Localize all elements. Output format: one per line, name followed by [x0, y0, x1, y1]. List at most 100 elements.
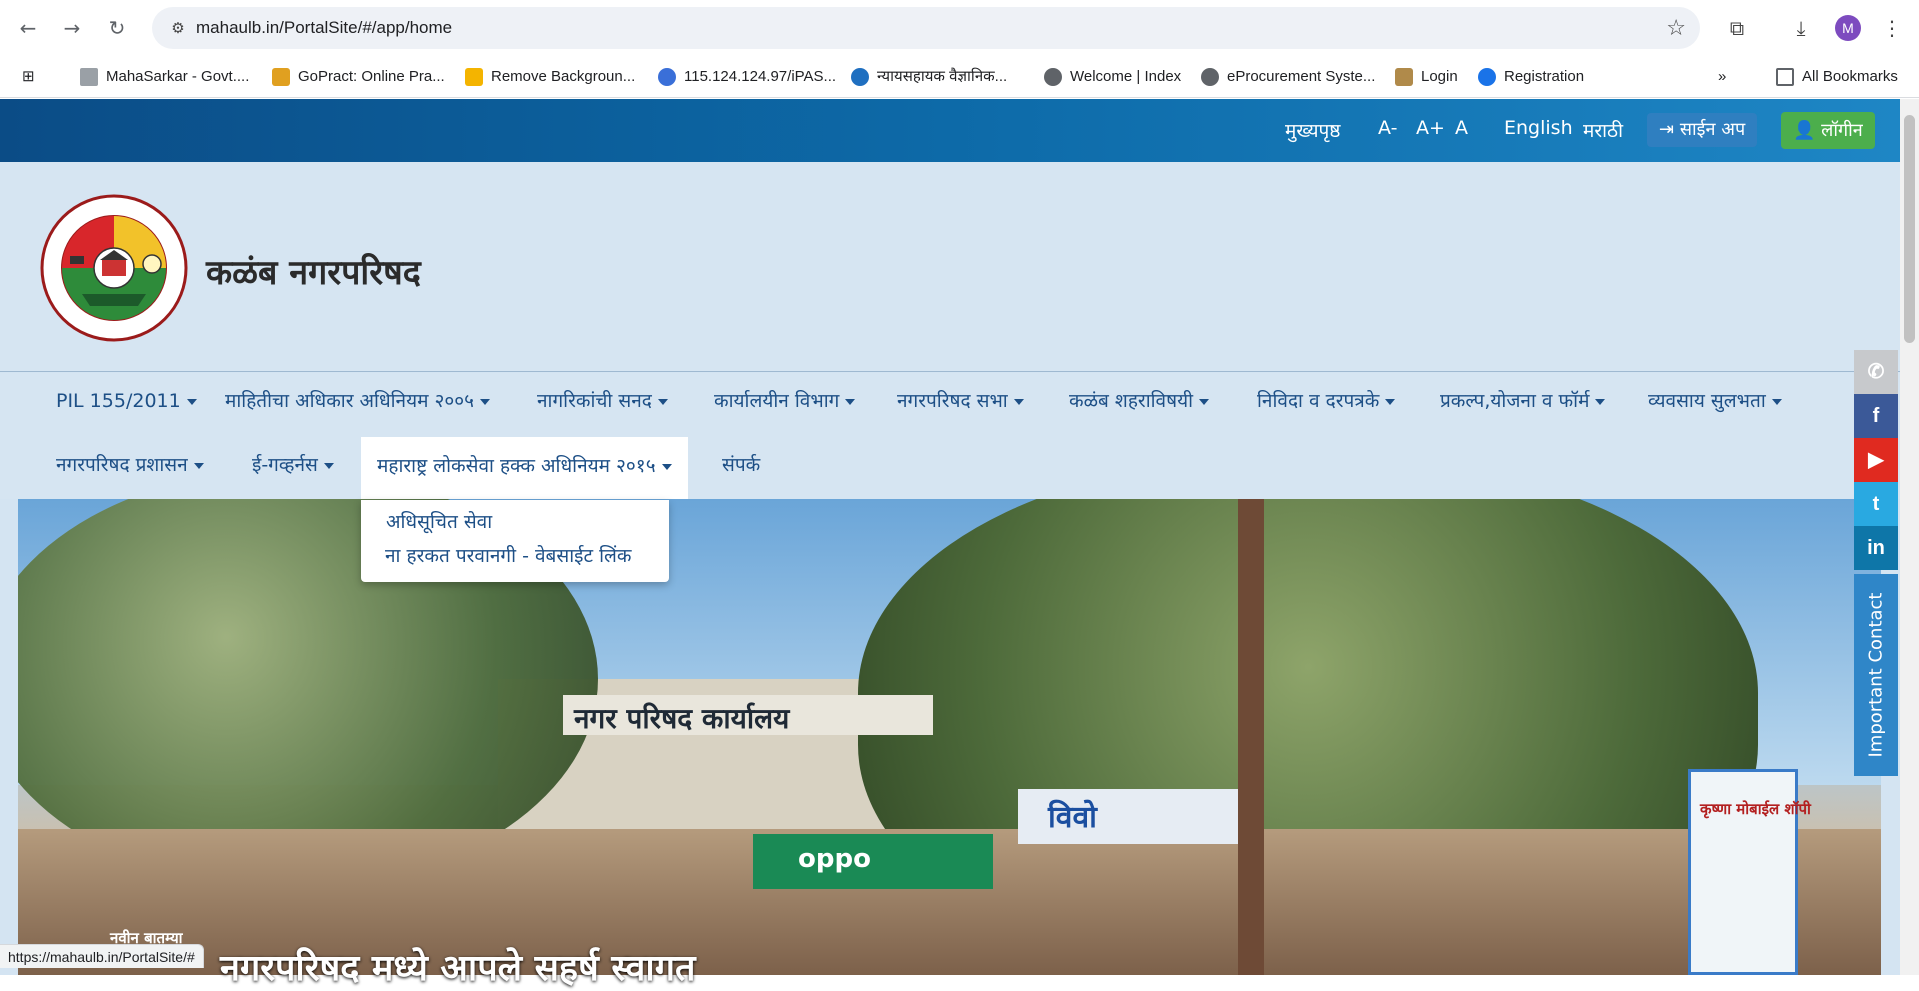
globe-icon [1201, 68, 1219, 87]
menu-citizen-charter[interactable]: नागरिकांची सनद [521, 373, 684, 429]
profile-avatar[interactable]: M [1835, 15, 1861, 41]
oppo-sign [753, 834, 993, 889]
site-info-icon[interactable]: ⚙ [168, 18, 188, 38]
signup-label: साईन अप [1679, 119, 1746, 140]
bookmark-item[interactable]: Registration [1478, 64, 1584, 90]
login-label: लॉगीन [1821, 120, 1863, 141]
mobile-shop-sign-text: कृष्णा मोबाईल शॉपी [1700, 800, 1811, 818]
bookmark-label: MahaSarkar - Govt.... [106, 68, 250, 85]
dropdown-item-notified-services[interactable]: अधिसूचित सेवा [386, 508, 492, 534]
bookmark-item[interactable]: न्यायसहायक वैज्ञानिक... [851, 64, 1007, 90]
scrollbar-thumb[interactable] [1904, 115, 1915, 343]
bookmark-label: Welcome | Index [1070, 68, 1182, 85]
menu-label: महाराष्ट्र लोकसेवा हक्क अधिनियम २०१५ [377, 455, 656, 477]
public-services-dropdown: अधिसूचित सेवा ना हरकत परवानगी - वेबसाईट … [361, 500, 669, 582]
bookmark-star-icon[interactable]: ☆ [1666, 16, 1686, 41]
news-headline[interactable]: नगरपरिषद मध्ये आपले सहर्ष स्वागत [220, 942, 696, 991]
caret-down-icon [845, 398, 856, 405]
home-link[interactable]: मुख्यपृष्ठ [1285, 117, 1340, 143]
menu-ease-of-business[interactable]: व्यवसाय सुलभता [1632, 373, 1798, 429]
apps-grid-icon[interactable]: ⊞ [22, 64, 35, 90]
menu-administration[interactable]: नगरपरिषद प्रशासन [40, 437, 220, 493]
menu-projects-forms[interactable]: प्रकल्प,योजना व फॉर्म [1424, 373, 1621, 429]
site-header: कळंब नगरपरिषद [0, 162, 1900, 372]
menu-kebab-icon[interactable]: ⋮ [1878, 14, 1906, 42]
caret-down-icon [1385, 398, 1396, 405]
download-icon[interactable]: ⤓ [1787, 14, 1815, 42]
menu-label: PIL 155/2011 [56, 390, 181, 412]
caret-down-icon [1595, 398, 1606, 405]
menu-label: नगरपरिषद प्रशासन [56, 454, 188, 476]
emblem-icon [1395, 68, 1413, 87]
signin-icon: ⇥ [1659, 119, 1680, 140]
menu-label: ई-गव्हर्नस [252, 454, 318, 476]
linkedin-icon[interactable]: in [1854, 526, 1898, 570]
menu-public-services-act[interactable]: महाराष्ट्र लोकसेवा हक्क अधिनियम २०१५ [361, 437, 688, 499]
bookmark-label: eProcurement Syste... [1227, 68, 1376, 85]
important-contact-tab[interactable]: Important Contact [1854, 574, 1898, 776]
bookmark-label: Remove Backgroun... [491, 68, 636, 85]
bookmarks-overflow[interactable]: » [1718, 64, 1726, 90]
bookmark-item[interactable]: Welcome | Index [1044, 64, 1181, 90]
caret-down-icon [186, 398, 197, 405]
folder-icon [1776, 68, 1794, 87]
hero-banner: नगर परिषद कार्यालय विवो oppo कृष्णा मोबा… [18, 499, 1881, 975]
bookmark-item[interactable]: eProcurement Syste... [1201, 64, 1375, 90]
twitter-icon[interactable]: t [1854, 482, 1898, 526]
signup-button[interactable]: ⇥ साईन अप [1647, 113, 1758, 147]
bookmark-favicon-icon [658, 68, 676, 87]
status-bar-url: https://mahaulb.in/PortalSite/# [0, 944, 204, 968]
bookmark-item[interactable]: Login [1395, 64, 1458, 90]
site-title: कळंब नगरपरिषद [206, 253, 421, 293]
extensions-icon[interactable]: ⧉ [1723, 14, 1751, 42]
bookmark-favicon-icon [80, 68, 98, 87]
marathi-language-link[interactable]: मराठी [1583, 117, 1623, 143]
menu-rti[interactable]: माहितीचा अधिकार अधिनियम २००५ [209, 373, 506, 429]
page-scrollbar[interactable] [1900, 99, 1919, 975]
bookmark-item[interactable]: Remove Backgroun... [465, 64, 635, 90]
bookmark-label: GoPract: Online Pra... [298, 68, 445, 85]
bookmark-label: Registration [1504, 68, 1585, 85]
important-contact-label: Important Contact [1865, 592, 1887, 758]
facebook-icon[interactable]: f [1854, 394, 1898, 438]
menu-contact[interactable]: संपर्क [706, 437, 776, 493]
menu-e-governance[interactable]: ई-गव्हर्नस [236, 437, 350, 493]
menu-council-meeting[interactable]: नगरपरिषद सभा [881, 373, 1040, 429]
menu-about-city[interactable]: कळंब शहराविषयी [1053, 373, 1225, 429]
font-decrease-button[interactable]: A- [1378, 117, 1397, 139]
bookmark-favicon-icon [465, 68, 483, 87]
dropdown-item-noc-link[interactable]: ना हरकत परवानगी - वेबसाईट लिंक [385, 542, 632, 568]
font-increase-button[interactable]: A+ [1416, 117, 1445, 139]
hero-pole [1238, 499, 1264, 975]
all-bookmarks[interactable]: All Bookmarks [1776, 64, 1898, 90]
menu-label: प्रकल्प,योजना व फॉर्म [1440, 390, 1590, 412]
phone-icon[interactable]: ✆ [1854, 350, 1898, 394]
youtube-icon[interactable]: ▶ [1854, 438, 1898, 482]
menu-label: निविदा व दरपत्रके [1257, 390, 1380, 412]
council-logo[interactable] [40, 194, 188, 342]
english-language-link[interactable]: English [1504, 117, 1573, 139]
caret-down-icon [1013, 398, 1024, 405]
font-reset-button[interactable]: A [1455, 117, 1468, 139]
all-bookmarks-label: All Bookmarks [1802, 68, 1898, 85]
bookmark-item[interactable]: 115.124.124.97/iPAS... [658, 64, 836, 90]
site-topbar: मुख्यपृष्ठ A- A+ A English मराठी ⇥ साईन … [0, 99, 1900, 162]
menu-departments[interactable]: कार्यालयीन विभाग [698, 373, 871, 429]
reload-icon[interactable]: ↻ [103, 14, 131, 42]
menu-label: व्यवसाय सुलभता [1648, 390, 1766, 412]
bookmark-favicon-icon [851, 68, 869, 87]
bookmark-item[interactable]: GoPract: Online Pra... [272, 64, 445, 90]
forward-arrow-icon[interactable]: → [58, 14, 86, 42]
caret-down-icon [480, 398, 491, 405]
caret-down-icon [1771, 398, 1782, 405]
menu-tenders[interactable]: निविदा व दरपत्रके [1241, 373, 1411, 429]
login-button[interactable]: 👤 लॉगीन [1781, 112, 1875, 149]
menu-label: कळंब शहराविषयी [1069, 390, 1194, 412]
oppo-sign-text: oppo [798, 844, 871, 874]
bookmark-item[interactable]: MahaSarkar - Govt.... [80, 64, 249, 90]
back-arrow-icon[interactable]: ← [14, 14, 42, 42]
globe-icon [1044, 68, 1062, 87]
address-url[interactable]: mahaulb.in/PortalSite/#/app/home [196, 18, 452, 38]
menu-pil[interactable]: PIL 155/2011 [40, 373, 213, 429]
address-bar[interactable]: ⚙ mahaulb.in/PortalSite/#/app/home ☆ [152, 7, 1700, 49]
